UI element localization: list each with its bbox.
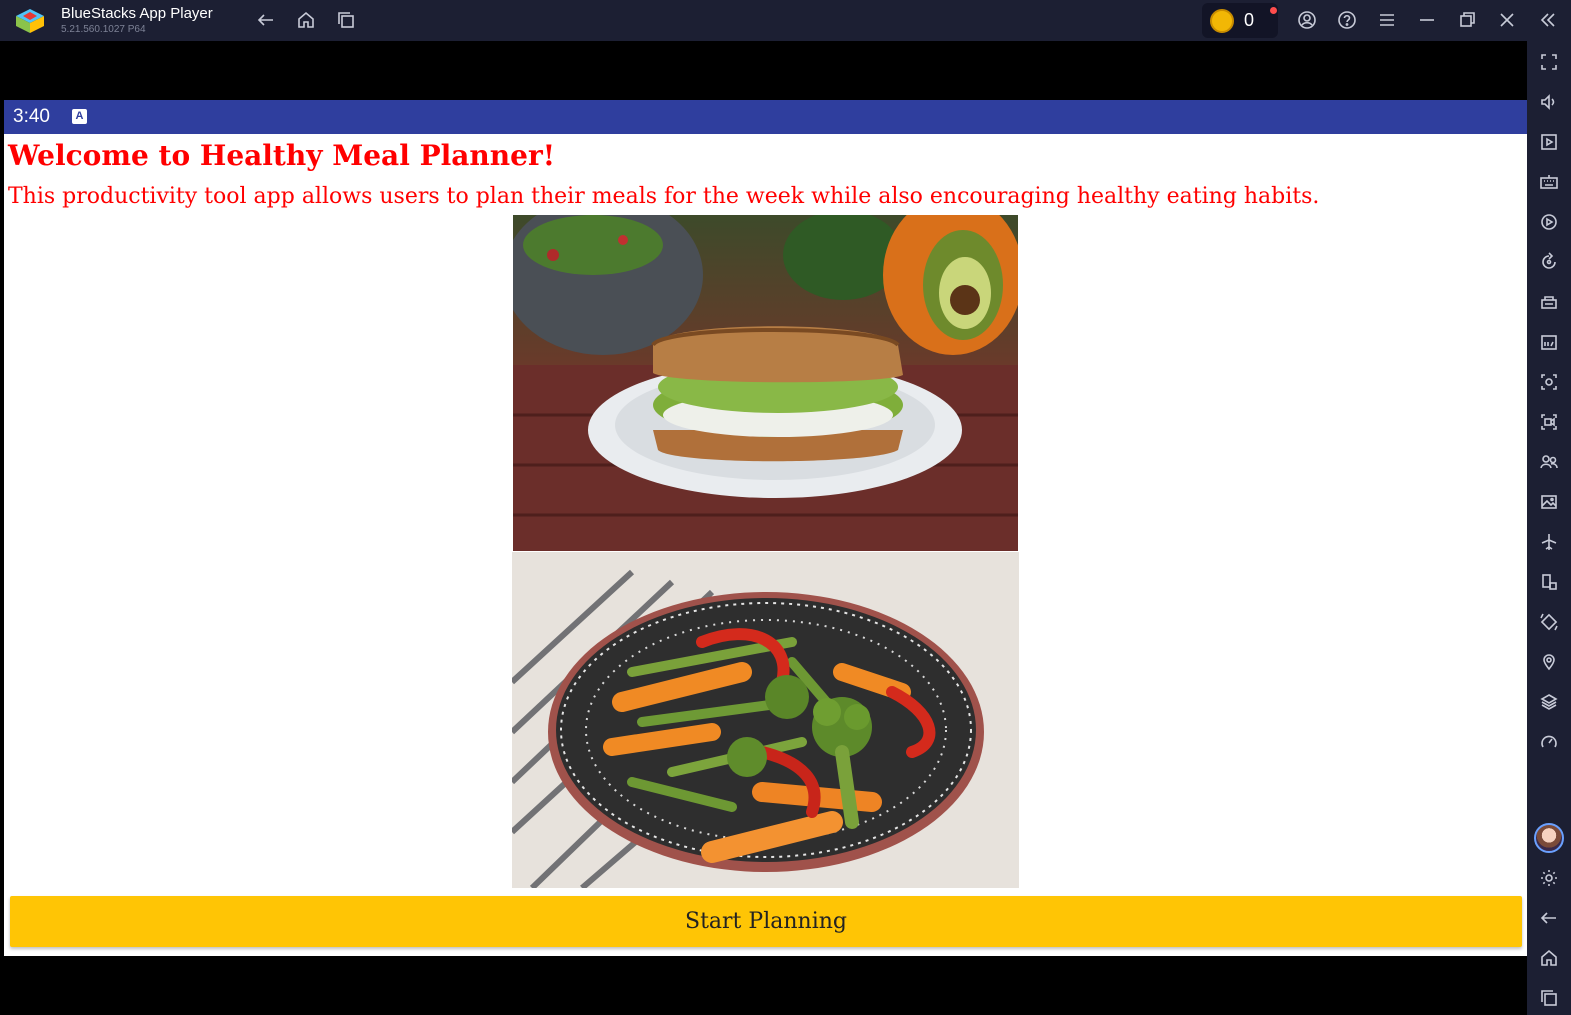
android-home-icon[interactable] — [1537, 946, 1561, 970]
app-title: BlueStacks App Player — [61, 5, 213, 22]
speed-icon[interactable] — [1537, 730, 1561, 754]
media-icon[interactable] — [1537, 130, 1561, 154]
media-folder-icon[interactable] — [1537, 490, 1561, 514]
app-version: 5.21.560.1027 P64 — [61, 24, 146, 35]
macro-icon[interactable] — [1537, 210, 1561, 234]
multitask-icon[interactable] — [334, 8, 358, 32]
rotate-icon[interactable] — [1537, 610, 1561, 634]
rotate-sync-icon[interactable] — [1537, 250, 1561, 274]
recents-icon[interactable] — [1537, 986, 1561, 1010]
keyboard-icon[interactable] — [1537, 170, 1561, 194]
record-icon[interactable] — [1537, 410, 1561, 434]
fullscreen-icon[interactable] — [1537, 50, 1561, 74]
sandwich-image — [513, 215, 1018, 551]
layers-icon[interactable] — [1537, 690, 1561, 714]
back-icon[interactable] — [254, 8, 278, 32]
start-planning-button[interactable]: Start Planning — [10, 896, 1522, 947]
location-icon[interactable] — [1537, 650, 1561, 674]
avatar[interactable] — [1534, 823, 1564, 853]
settings-icon[interactable] — [1537, 866, 1561, 890]
airplane-icon[interactable] — [1537, 530, 1561, 554]
android-back-icon[interactable] — [1537, 906, 1561, 930]
volume-icon[interactable] — [1537, 90, 1561, 114]
close-icon[interactable] — [1495, 8, 1519, 32]
collapse-sidebar-icon[interactable] — [1536, 8, 1560, 32]
performance-icon[interactable] — [1537, 290, 1561, 314]
status-time: 3:40 — [13, 106, 50, 127]
notification-dot — [1270, 7, 1277, 14]
app-description: This productivity tool app allows users … — [8, 184, 1320, 209]
title-bar: BlueStacks App Player 5.21.560.1027 P64 … — [0, 0, 1571, 41]
welcome-heading: Welcome to Healthy Meal Planner! — [8, 139, 555, 172]
restore-icon[interactable] — [1455, 8, 1479, 32]
minimize-icon[interactable] — [1415, 8, 1439, 32]
help-icon[interactable] — [1335, 8, 1359, 32]
coin-icon — [1210, 9, 1234, 33]
coin-balance[interactable]: 0 — [1202, 3, 1278, 38]
apk-install-icon[interactable] — [1537, 330, 1561, 354]
menu-icon[interactable] — [1375, 8, 1399, 32]
android-status-bar: 3:40 A — [4, 100, 1527, 134]
coin-count: 0 — [1244, 10, 1255, 30]
vegetables-image — [512, 552, 1019, 888]
screenshot-icon[interactable] — [1537, 370, 1561, 394]
home-icon[interactable] — [294, 8, 318, 32]
android-bottom-area — [4, 956, 1527, 1015]
bluestacks-logo-icon — [14, 7, 46, 35]
right-sidebar — [1527, 41, 1571, 1015]
notification-icon: A — [72, 109, 87, 124]
account-icon[interactable] — [1295, 8, 1319, 32]
multi-instance-icon[interactable] — [1537, 450, 1561, 474]
devices-icon[interactable] — [1537, 570, 1561, 594]
app-content: Welcome to Healthy Meal Planner! This pr… — [4, 134, 1527, 956]
